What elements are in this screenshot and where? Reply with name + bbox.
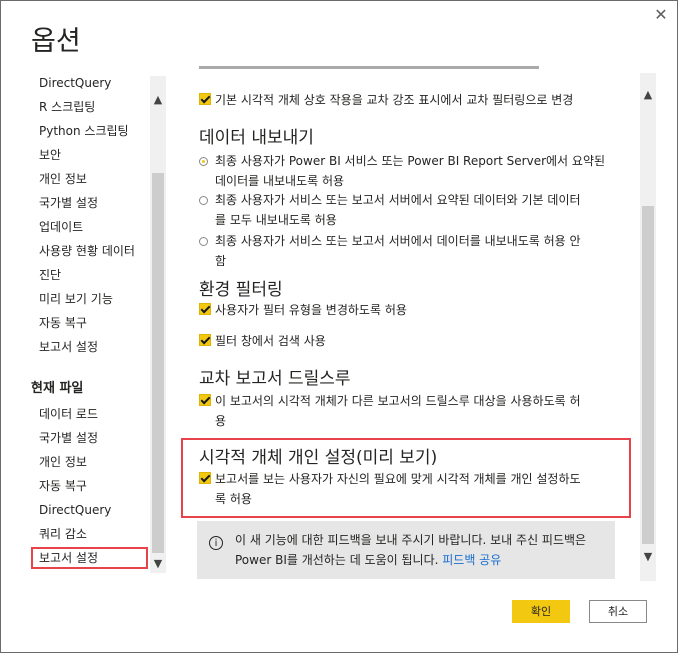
option-label: 필터 창에서 검색 사용 [215, 334, 326, 348]
drillthrough-heading: 교차 보고서 드릴스루 [199, 369, 351, 389]
checkbox-checked[interactable] [199, 93, 211, 105]
checkbox-checked[interactable] [199, 394, 211, 406]
option-label: 데이터를 내보내도록 허용 [215, 174, 345, 188]
left-scroll-thumb[interactable] [152, 173, 164, 553]
option-label: 최종 사용자가 Power BI 서비스 또는 Power BI Report … [215, 154, 606, 168]
options-dialog: 옵션 ✕ DirectQuery R 스크립팅 Python 스크립팅 보안 개… [0, 0, 678, 653]
feedback-banner: i 이 새 기능에 대한 피드백을 보내 주시기 바랍니다. 보내 주신 피드백… [197, 521, 615, 579]
nav-file-regional[interactable]: 국가별 설정 [39, 429, 98, 447]
nav-item-preview-features[interactable]: 미리 보기 기능 [39, 290, 113, 308]
nav-item-diagnostics[interactable]: 진단 [39, 266, 61, 284]
nav-file-data-load[interactable]: 데이터 로드 [39, 405, 98, 423]
filter-heading: 환경 필터링 [199, 280, 283, 300]
nav-item-r-scripting[interactable]: R 스크립팅 [39, 98, 95, 116]
option-label: 기본 시각적 개체 상호 작용을 교차 강조 표시에서 교차 필터링으로 변경 [215, 93, 574, 107]
ok-button[interactable]: 확인 [512, 600, 570, 623]
dialog-title: 옵션 [31, 26, 81, 57]
option-label: 사용자가 필터 유형을 변경하도록 허용 [215, 303, 407, 317]
cancel-button[interactable]: 취소 [589, 600, 647, 623]
clipped-option-row [199, 63, 539, 71]
nav-item-privacy[interactable]: 개인 정보 [39, 170, 87, 188]
personalize-highlight [181, 438, 631, 518]
radio-unselected[interactable] [199, 196, 208, 205]
scroll-down-icon[interactable]: ▼ [150, 556, 166, 572]
checkbox-checked[interactable] [199, 303, 211, 315]
nav-item-updates[interactable]: 업데이트 [39, 218, 83, 236]
nav-item-python-scripting[interactable]: Python 스크립팅 [39, 122, 129, 140]
export-option-none[interactable]: 최종 사용자가 서비스 또는 보고서 서버에서 데이터를 내보내도록 허용 안 … [199, 231, 619, 271]
nav-selection-highlight [31, 547, 148, 569]
radio-unselected[interactable] [199, 237, 208, 246]
feedback-share-link[interactable]: 피드백 공유 [442, 553, 501, 567]
scroll-up-icon[interactable]: ▲ [150, 92, 166, 108]
nav-item-regional[interactable]: 국가별 설정 [39, 194, 98, 212]
nav-item-auto-recovery[interactable]: 자동 복구 [39, 314, 87, 332]
nav-item-directquery[interactable]: DirectQuery [39, 74, 111, 92]
nav-file-directquery[interactable]: DirectQuery [39, 501, 111, 519]
checkbox-checked[interactable] [199, 334, 211, 346]
radio-selected[interactable] [199, 157, 208, 166]
option-label: 이 보고서의 시각적 개체가 다른 보고서의 드릴스루 대상을 사용하도록 허 [215, 394, 581, 408]
current-file-heading: 현재 파일 [31, 381, 84, 396]
feedback-text: 이 새 기능에 대한 피드백을 보내 주시기 바랍니다. 보내 주신 피드백은 [235, 533, 587, 547]
export-option-summarized[interactable]: 최종 사용자가 Power BI 서비스 또는 Power BI Report … [199, 151, 619, 191]
export-option-underlying[interactable]: 최종 사용자가 서비스 또는 보고서 서버에서 요약된 데이터와 기본 데이터 … [199, 190, 619, 230]
info-icon: i [209, 536, 223, 550]
option-label: 용 [215, 414, 227, 428]
right-scrollbar[interactable]: ▲ ▼ [640, 73, 656, 581]
filter-option-search[interactable]: 필터 창에서 검색 사용 [199, 331, 619, 351]
cross-filter-option[interactable]: 기본 시각적 개체 상호 작용을 교차 강조 표시에서 교차 필터링으로 변경 [199, 90, 619, 110]
drillthrough-option[interactable]: 이 보고서의 시각적 개체가 다른 보고서의 드릴스루 대상을 사용하도록 허 … [199, 391, 619, 431]
option-label: 최종 사용자가 서비스 또는 보고서 서버에서 요약된 데이터와 기본 데이터 [215, 193, 581, 207]
option-label: 를 모두 내보내도록 허용 [215, 213, 337, 227]
nav-file-query-reduction[interactable]: 쿼리 감소 [39, 525, 87, 543]
filter-option-change-type[interactable]: 사용자가 필터 유형을 변경하도록 허용 [199, 300, 619, 320]
close-icon[interactable]: ✕ [652, 6, 670, 24]
option-label: 최종 사용자가 서비스 또는 보고서 서버에서 데이터를 내보내도록 허용 안 [215, 234, 581, 248]
left-nav: DirectQuery R 스크립팅 Python 스크립팅 보안 개인 정보 … [26, 71, 152, 575]
feedback-text: Power BI를 개선하는 데 도움이 됩니다. [235, 553, 443, 567]
export-heading: 데이터 내보내기 [199, 128, 314, 148]
right-scroll-thumb[interactable] [642, 206, 654, 544]
scroll-up-icon[interactable]: ▲ [640, 87, 656, 103]
scroll-down-icon[interactable]: ▼ [640, 549, 656, 565]
nav-item-security[interactable]: 보안 [39, 146, 61, 164]
nav-file-auto-recovery[interactable]: 자동 복구 [39, 477, 87, 495]
nav-item-report-settings[interactable]: 보고서 설정 [39, 338, 98, 356]
left-scrollbar[interactable]: ▲ ▼ [150, 76, 166, 573]
nav-item-usage-data[interactable]: 사용량 현황 데이터 [39, 242, 135, 260]
option-label: 함 [215, 254, 227, 268]
nav-file-privacy[interactable]: 개인 정보 [39, 453, 87, 471]
